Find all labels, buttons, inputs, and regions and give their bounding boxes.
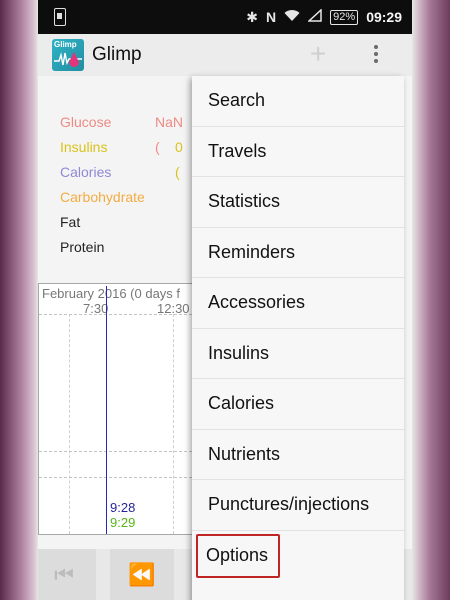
overflow-menu: Search Travels Statistics Reminders Acce… [192,76,404,600]
wifi-icon [284,9,300,25]
menu-item-calories[interactable]: Calories [192,379,404,430]
nutrient-label: Fat [60,214,81,230]
time-marker-b: 9:29 [110,515,136,530]
nutrient-label: Protein [60,239,105,255]
menu-item-nutrients[interactable]: Nutrients [192,430,404,480]
nutrient-summary: Glucose NaN ( Insulins 0 ( Calories Carb… [60,110,183,260]
menu-item-statistics[interactable]: Statistics [192,177,404,228]
nutrient-row-calories: Calories [60,160,145,185]
menu-item-punctures-injections[interactable]: Punctures/injections [192,480,404,531]
current-time-line [106,286,107,534]
nutrient-label: Carbohydrate [60,189,145,205]
battery-icon: 92% [330,9,359,25]
app-title: Glimp [92,44,142,65]
nutrient-row-carbohydrate: Carbohydrate [60,185,145,210]
bluetooth-icon: ✱ [246,8,259,25]
nutrient-value: 0 ( [175,139,183,180]
nutrient-row-insulins: Insulins 0 ( [60,135,183,180]
phone-frame: ✱ N 92% 09:29 Glimp Glimp + Glucose NaN … [0,0,450,600]
menu-item-travels[interactable]: Travels [192,127,404,177]
more-vert-icon[interactable] [374,45,380,66]
signal-icon [307,8,322,25]
menu-item-options[interactable]: Options [196,533,280,578]
nutrient-label: Calories [60,164,112,180]
menu-item-search[interactable]: Search [192,76,404,127]
nutrient-row-protein: Protein [60,235,145,260]
app-bar: Glimp Glimp + [38,34,412,76]
nutrient-label: Insulins [60,139,108,155]
nutrient-label: Glucose [60,114,112,130]
app-logo-icon: Glimp [52,39,84,71]
chart-title: February 2016 (0 days f [42,286,181,301]
skip-previous-icon[interactable]: ⏮ [38,549,96,600]
sim-icon [54,8,66,26]
menu-item-insulins[interactable]: Insulins [192,329,404,379]
nutrient-row-glucose: Glucose NaN ( [60,110,183,155]
menu-item-reminders[interactable]: Reminders [192,228,404,278]
status-bar: ✱ N 92% 09:29 [38,0,412,34]
time-marker-a: 9:28 [110,500,136,515]
phone-screen: ✱ N 92% 09:29 Glimp Glimp + Glucose NaN … [38,0,412,600]
nfc-icon: N [266,9,277,25]
rewind-icon[interactable]: ⏪ [110,549,174,600]
nutrient-row-fat: Fat [60,210,145,235]
menu-item-accessories[interactable]: Accessories [192,278,404,329]
grid-line [173,314,174,534]
status-clock: 09:29 [366,9,402,25]
grid-line [69,314,70,534]
plus-icon[interactable]: + [310,40,326,68]
